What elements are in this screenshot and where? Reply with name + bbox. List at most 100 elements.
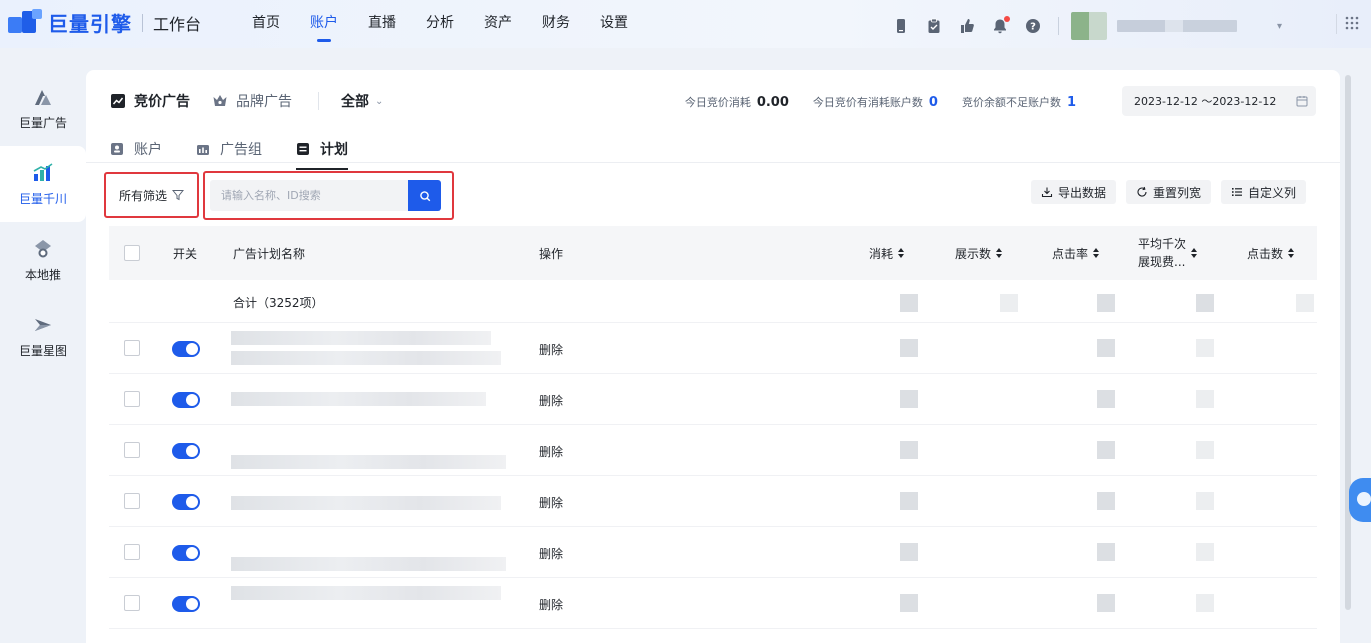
tab-account[interactable]: 账户 (110, 136, 162, 162)
tab-bidding-ads[interactable]: 竞价广告 (110, 91, 190, 111)
sort-icon (1288, 248, 1295, 258)
row-checkbox[interactable] (124, 544, 140, 560)
bell-icon[interactable] (992, 16, 1010, 34)
assistant-bot-icon[interactable] (1349, 478, 1371, 522)
select-all-checkbox[interactable] (124, 245, 140, 261)
header-ctr[interactable]: 点击率 (1052, 245, 1100, 262)
custom-columns-button[interactable]: 自定义列 (1220, 180, 1306, 204)
active-accounts-value[interactable]: 0 (929, 95, 938, 110)
top-bar: 巨量引擎 工作台 首页 账户 直播 分析 资产 财务 设置 ? ▾ (0, 0, 1371, 48)
blurred-value (900, 594, 918, 612)
plan-switch-toggle[interactable] (172, 443, 200, 459)
blurred-plan-name[interactable] (231, 586, 501, 600)
delete-link[interactable]: 删除 (539, 545, 563, 562)
thumbs-up-icon[interactable] (959, 18, 975, 34)
reset-column-width-label: 重置列宽 (1152, 185, 1201, 200)
all-filters-label: 所有筛选 (118, 188, 167, 203)
top-nav-finance[interactable]: 财务 (527, 0, 585, 48)
delete-link[interactable]: 删除 (539, 392, 563, 409)
page-scrollbar[interactable] (1345, 75, 1351, 610)
table-row: 删除 (109, 476, 1317, 527)
header-clicks[interactable]: 点击数 (1247, 245, 1295, 262)
row-checkbox[interactable] (124, 595, 140, 611)
top-nav-analysis[interactable]: 分析 (411, 0, 469, 48)
row-checkbox[interactable] (124, 442, 140, 458)
side-nav-qianchuan[interactable]: 巨量千川 (0, 146, 86, 222)
blurred-plan-name[interactable] (231, 496, 501, 510)
row-checkbox[interactable] (124, 493, 140, 509)
chevron-down-icon[interactable]: ▾ (1277, 21, 1282, 32)
plan-switch-toggle[interactable] (172, 341, 200, 357)
clipboard-icon[interactable] (926, 18, 942, 34)
blurred-value (1097, 543, 1115, 561)
row-checkbox[interactable] (124, 391, 140, 407)
search-button[interactable] (408, 180, 441, 211)
tab-brand-ads[interactable]: 品牌广告 (212, 91, 292, 111)
delete-link[interactable]: 删除 (539, 596, 563, 613)
apps-grid-icon[interactable] (1345, 16, 1359, 30)
tab-account-label: 账户 (134, 142, 162, 158)
row-checkbox[interactable] (124, 340, 140, 356)
top-nav-assets[interactable]: 资产 (469, 0, 527, 48)
crown-icon (213, 95, 227, 106)
delete-link[interactable]: 删除 (539, 494, 563, 511)
side-nav-local-push[interactable]: 本地推 (0, 222, 86, 298)
header-ctr-label: 点击率 (1052, 246, 1089, 261)
header-cost-label: 消耗 (869, 246, 894, 261)
tab-ad-group[interactable]: 广告组 (196, 136, 262, 162)
plan-switch-toggle[interactable] (172, 392, 200, 408)
active-accounts-label: 今日竞价有消耗账户数 (812, 96, 923, 109)
header-cost[interactable]: 消耗 (869, 245, 905, 262)
top-nav-home[interactable]: 首页 (252, 0, 295, 48)
plan-switch-toggle[interactable] (172, 545, 200, 561)
stats-summary: 今日竞价消耗 0.00 今日竞价有消耗账户数 0 竞价余额不足账户数 1 (685, 94, 1100, 110)
blurred-plan-name[interactable] (231, 455, 506, 469)
reset-column-width-button[interactable]: 重置列宽 (1125, 180, 1211, 204)
workspace-title: 工作台 (153, 14, 202, 34)
main-panel: 竞价广告 品牌广告 全部 ⌄ 今日竞价消耗 0.00 今日竞价有消耗账户数 0 … (86, 70, 1340, 643)
delete-link[interactable]: 删除 (539, 443, 563, 460)
blurred-plan-name[interactable] (231, 331, 491, 345)
side-nav-label: 巨量千川 (18, 191, 67, 206)
delete-link[interactable]: 删除 (539, 341, 563, 358)
blurred-value (1097, 294, 1115, 312)
tab-plan[interactable]: 计划 (296, 136, 348, 170)
search-input[interactable] (210, 180, 408, 211)
user-name-blurred[interactable] (1117, 20, 1237, 32)
search-box (203, 171, 454, 220)
ad-group-icon (197, 145, 209, 155)
all-filters-button[interactable]: 所有筛选 (104, 172, 199, 218)
phone-icon[interactable] (893, 18, 909, 34)
side-nav-ocean-engine-ads[interactable]: 巨量广告 (0, 70, 86, 146)
blurred-plan-name[interactable] (231, 392, 486, 406)
funnel-icon (172, 190, 184, 201)
qianchuan-icon (33, 162, 53, 181)
plan-switch-toggle[interactable] (172, 596, 200, 612)
top-nav-settings[interactable]: 设置 (585, 0, 643, 48)
header-clicks-label: 点击数 (1247, 246, 1284, 261)
brand[interactable]: 巨量引擎 工作台 (8, 8, 201, 37)
avatar[interactable] (1071, 12, 1107, 40)
sort-icon (898, 248, 905, 258)
top-nav-live[interactable]: 直播 (353, 0, 411, 48)
header-operation: 操作 (539, 246, 564, 261)
blurred-value (1097, 441, 1115, 459)
blurred-value (1196, 594, 1214, 612)
notification-dot (1004, 16, 1010, 22)
date-range-picker[interactable]: 2023-12-12 ～2023-12-12 (1122, 86, 1316, 116)
header-impressions[interactable]: 展示数 (955, 245, 1003, 262)
plan-switch-toggle[interactable] (172, 494, 200, 510)
low-balance-value[interactable]: 1 (1067, 95, 1076, 110)
scope-dropdown[interactable]: 全部 ⌄ (341, 91, 383, 111)
header-impressions-label: 展示数 (955, 246, 992, 261)
blurred-plan-name[interactable] (231, 557, 506, 571)
help-icon[interactable]: ? (1025, 18, 1041, 34)
ad-type-divider (318, 92, 319, 110)
header-avg-cpm[interactable]: 平均千次 展现费... (1138, 235, 1198, 271)
table-row: 删除 (109, 527, 1317, 578)
top-nav-account[interactable]: 账户 (295, 0, 353, 48)
plans-table: 开关 广告计划名称 操作 消耗 展示数 点击率 平均千次 展现费... 点击数 … (109, 226, 1317, 629)
export-data-button[interactable]: 导出数据 (1030, 180, 1116, 204)
today-cost-value: 0.00 (756, 95, 789, 110)
side-nav-star-map[interactable]: 巨量星图 (0, 298, 86, 374)
